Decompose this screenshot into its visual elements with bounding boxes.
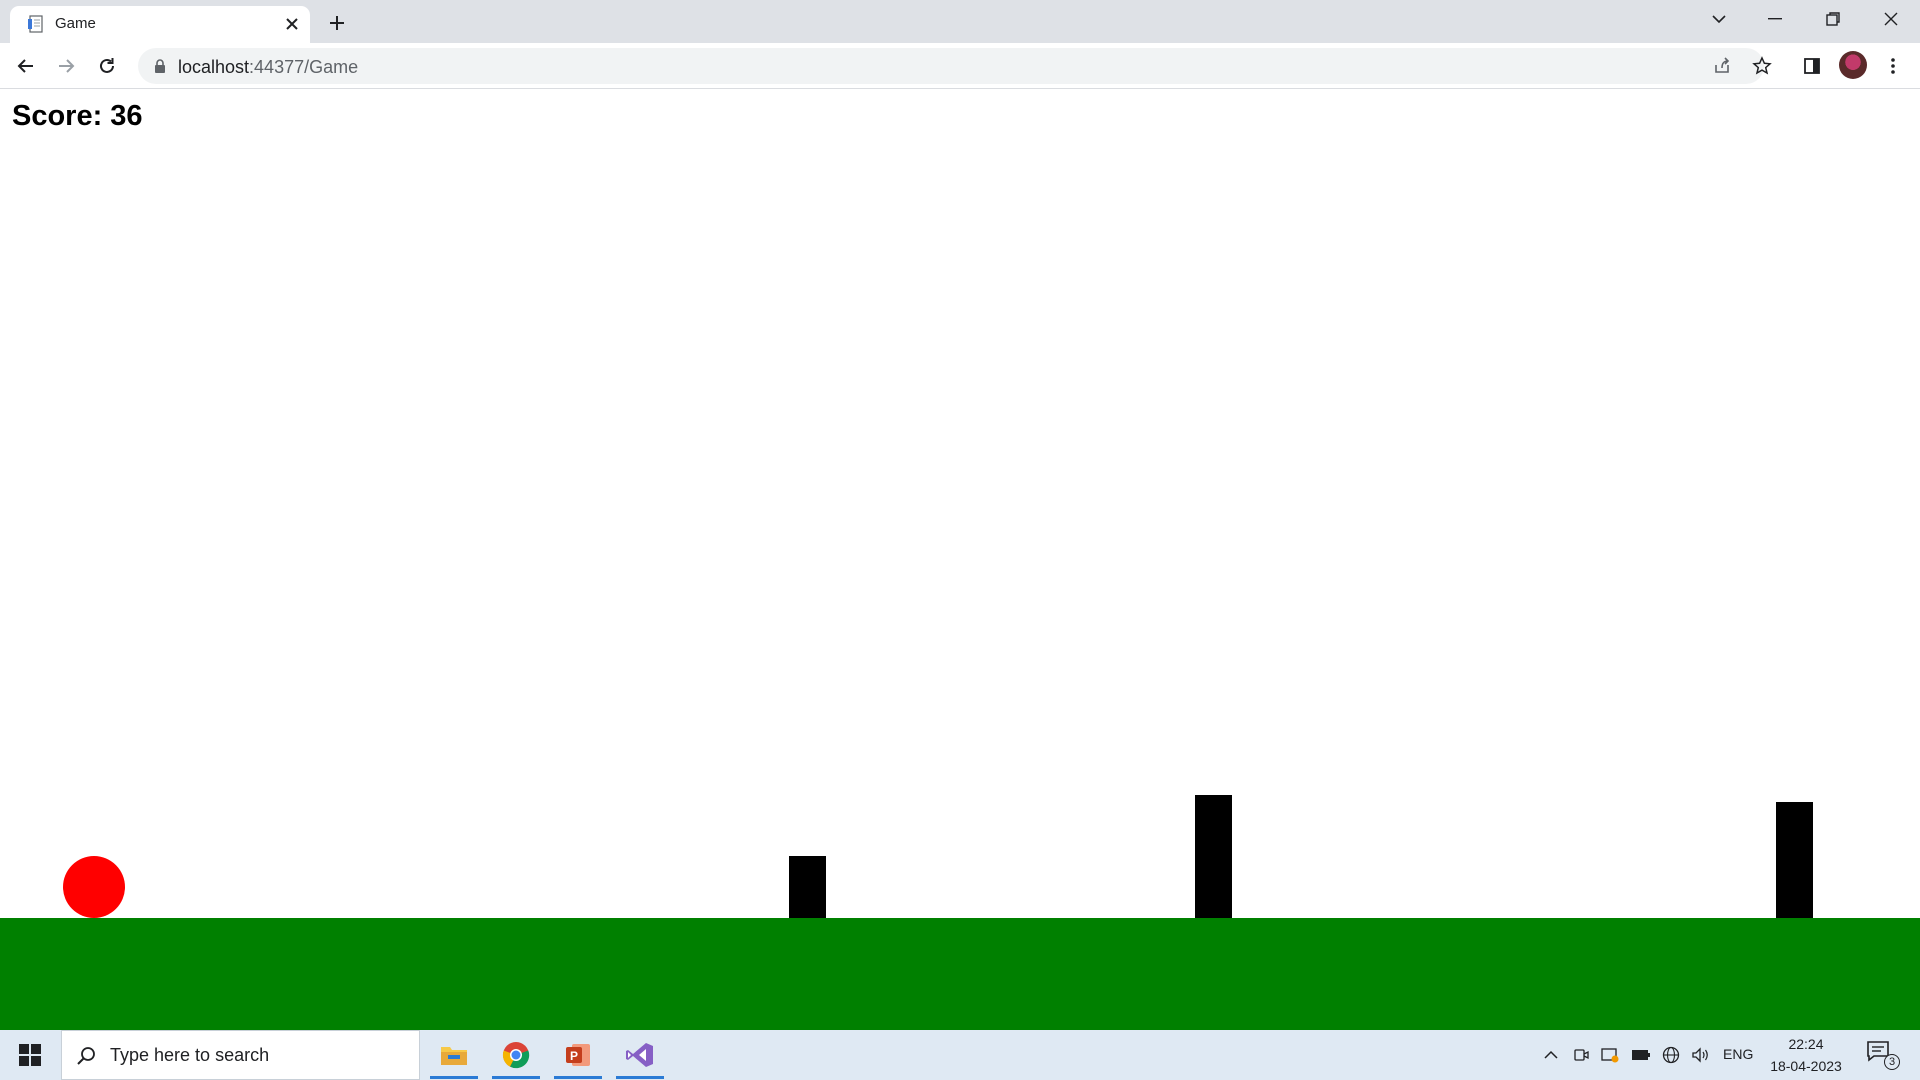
tab-search-chevron-down-icon[interactable] <box>1696 0 1742 38</box>
profile-avatar[interactable] <box>1839 51 1867 79</box>
lock-icon[interactable] <box>152 58 168 74</box>
notification-count-badge: 3 <box>1884 1054 1900 1070</box>
windows-start-icon[interactable] <box>8 1035 52 1075</box>
menu-kebab-icon[interactable] <box>1877 50 1909 82</box>
active-indicator <box>616 1076 664 1079</box>
visual-studio-icon[interactable] <box>614 1031 666 1079</box>
score-value: 36 <box>110 100 143 132</box>
file-explorer-icon[interactable] <box>428 1031 480 1079</box>
active-indicator <box>492 1076 540 1079</box>
clock-time: 22:24 <box>1788 1036 1824 1052</box>
chrome-icon[interactable] <box>490 1031 542 1079</box>
obstacle <box>789 856 826 918</box>
ground <box>0 918 1920 1030</box>
close-tab-icon[interactable] <box>280 12 304 36</box>
browser-tab-game[interactable]: Game <box>10 6 310 43</box>
url-host: localhost <box>178 57 250 77</box>
windows-taskbar: Type here to search P ENG 22:24 18-04-20… <box>0 1030 1920 1080</box>
search-placeholder: Type here to search <box>110 1045 270 1065</box>
close-window-button[interactable] <box>1868 0 1914 38</box>
language-indicator[interactable]: ENG <box>1723 1046 1753 1062</box>
bookmark-star-icon[interactable] <box>1751 55 1773 77</box>
search-icon <box>75 1045 97 1067</box>
defender-update-icon[interactable] <box>1599 1045 1621 1065</box>
score-display: Score: 36 <box>12 100 143 133</box>
score-label: Score: <box>12 100 103 132</box>
taskbar-clock[interactable]: 22:24 18-04-2023 <box>1766 1033 1846 1077</box>
chevron-up-icon[interactable] <box>1540 1045 1562 1065</box>
active-indicator <box>554 1076 602 1079</box>
active-indicator <box>430 1076 478 1079</box>
page-favicon-icon <box>26 14 46 34</box>
notifications-button[interactable]: 3 <box>1866 1040 1902 1070</box>
network-globe-icon[interactable] <box>1660 1045 1682 1065</box>
svg-text:P: P <box>570 1049 578 1063</box>
tab-strip: Game <box>0 0 1920 43</box>
battery-icon[interactable] <box>1630 1045 1652 1065</box>
volume-icon[interactable] <box>1690 1045 1712 1065</box>
side-panel-icon[interactable] <box>1796 50 1828 82</box>
address-bar[interactable]: localhost:44377/Game <box>138 48 1772 84</box>
share-icon[interactable] <box>1711 55 1733 77</box>
player-ball <box>63 856 125 918</box>
back-button[interactable] <box>10 50 42 82</box>
forward-button[interactable] <box>50 50 82 82</box>
game-page[interactable]: Score: 36 <box>0 89 1920 1030</box>
minimize-button[interactable] <box>1752 0 1798 38</box>
tab-title: Game <box>55 15 96 32</box>
restore-button[interactable] <box>1810 0 1856 38</box>
url-text[interactable]: localhost:44377/Game <box>178 57 358 78</box>
obstacle <box>1776 802 1813 918</box>
url-path: :44377/Game <box>249 57 359 77</box>
browser-toolbar: localhost:44377/Game <box>0 43 1920 89</box>
reload-button[interactable] <box>91 50 123 82</box>
obstacle <box>1195 795 1232 918</box>
clock-date: 18-04-2023 <box>1770 1058 1842 1074</box>
new-tab-button[interactable] <box>322 8 352 38</box>
taskbar-search-box[interactable]: Type here to search <box>61 1030 420 1080</box>
powerpoint-icon[interactable]: P <box>552 1031 604 1079</box>
meet-now-icon[interactable] <box>1570 1045 1592 1065</box>
